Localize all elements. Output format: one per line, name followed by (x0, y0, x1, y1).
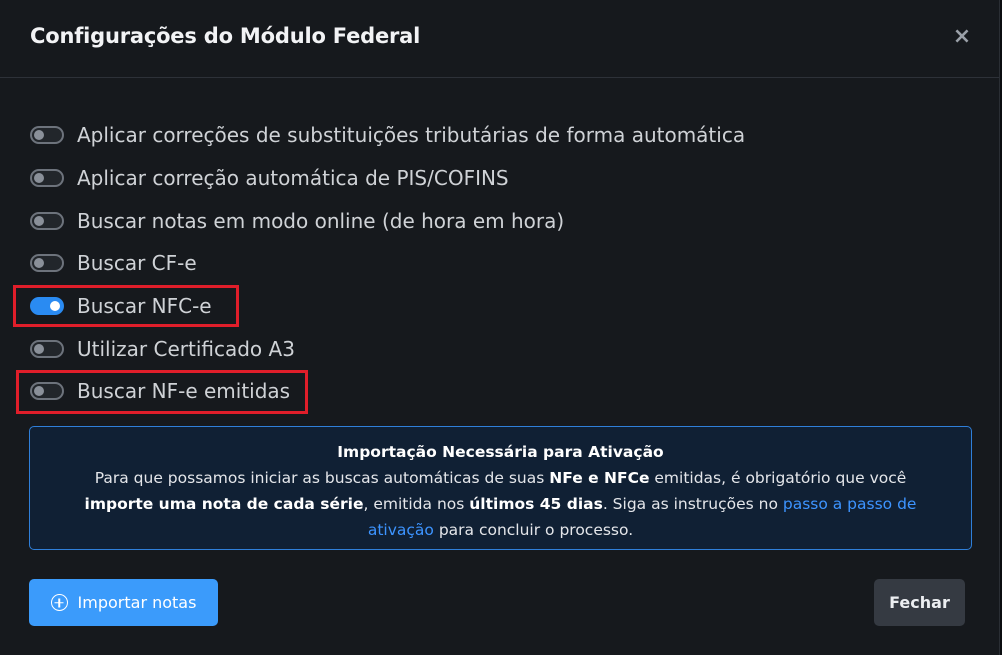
option-row: Buscar notas em modo online (de hora em … (28, 199, 745, 242)
option-label: Buscar notas em modo online (de hora em … (77, 208, 565, 233)
info-line: Para que possamos iniciar as buscas auto… (30, 465, 971, 491)
toggle-switch[interactable] (30, 169, 64, 188)
activation-guide-link[interactable]: ativação (368, 521, 434, 539)
import-notes-button[interactable]: Importar notas (29, 579, 218, 626)
toggle-switch[interactable] (30, 382, 64, 401)
option-label: Buscar NFC-e (77, 294, 212, 319)
option-row: Buscar NF-e emitidas (28, 370, 745, 413)
info-text: . Siga as instruções no (602, 495, 783, 513)
option-label: Buscar NF-e emitidas (77, 379, 291, 404)
modal-title: Configurações do Módulo Federal (30, 24, 421, 48)
options-list: Aplicar correções de substituições tribu… (28, 114, 745, 413)
info-line: ativação para concluir o processo. (30, 517, 971, 543)
info-bold: últimos 45 dias (469, 495, 603, 513)
info-bold: importe uma nota de cada série (84, 495, 364, 513)
info-text: , emitida nos (363, 495, 470, 513)
federal-module-settings-modal: Configurações do Módulo Federal × Aplica… (0, 0, 1000, 655)
option-row: Aplicar correções de substituições tribu… (28, 114, 745, 157)
option-label: Utilizar Certificado A3 (77, 336, 295, 361)
option-row: Utilizar Certificado A3 (28, 327, 745, 370)
option-label: Aplicar correção automática de PIS/COFIN… (77, 166, 509, 191)
info-line: importe uma nota de cada série, emitida … (30, 491, 971, 517)
option-row: Buscar NFC-e (28, 285, 745, 328)
modal-header: Configurações do Módulo Federal × (0, 0, 999, 78)
info-bold: NFe e NFCe (549, 469, 650, 487)
activation-info-box: Importação Necessária para Ativação Para… (29, 426, 972, 550)
option-row: Aplicar correção automática de PIS/COFIN… (28, 157, 745, 200)
toggle-switch[interactable] (30, 339, 64, 358)
info-text: para concluir o processo. (433, 521, 634, 539)
toggle-switch[interactable] (30, 297, 64, 316)
info-title: Importação Necessária para Ativação (337, 443, 664, 461)
option-row: Buscar CF-e (28, 242, 745, 285)
option-label: Buscar CF-e (77, 251, 197, 276)
option-label: Aplicar correções de substituições tribu… (77, 123, 746, 148)
toggle-switch[interactable] (30, 254, 64, 273)
plus-circle-icon (50, 594, 68, 611)
import-notes-label: Importar notas (77, 593, 197, 612)
info-text: emitidas, é obrigatório que você (649, 469, 907, 487)
toggle-switch[interactable] (30, 126, 64, 145)
activation-guide-link[interactable]: passo a passo de (783, 495, 917, 513)
close-button[interactable]: Fechar (874, 579, 965, 626)
close-icon[interactable]: × (951, 26, 973, 48)
toggle-switch[interactable] (30, 211, 64, 230)
info-text: Para que possamos iniciar as buscas auto… (94, 469, 550, 487)
